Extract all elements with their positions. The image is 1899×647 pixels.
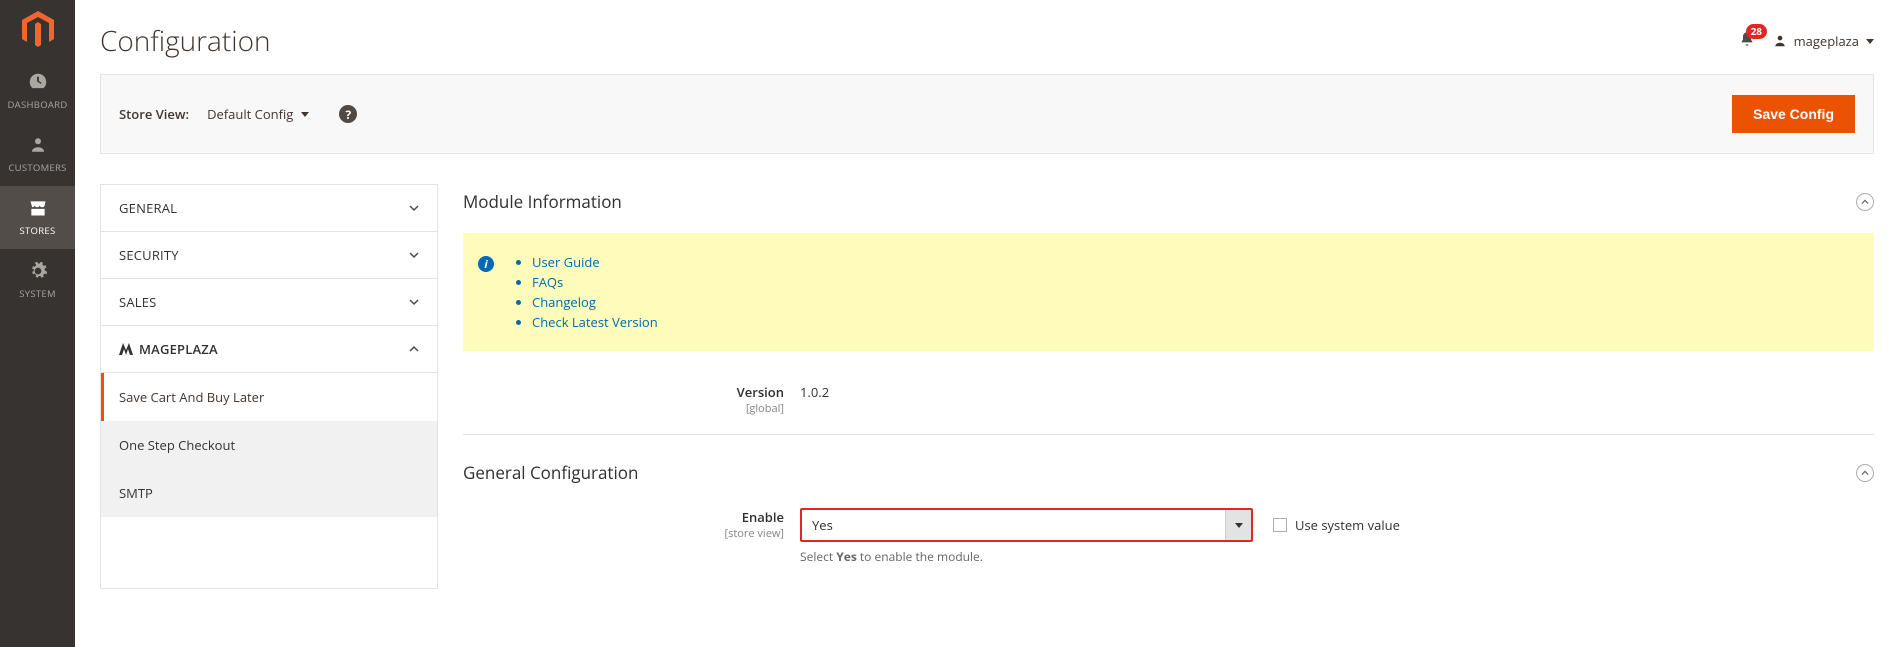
sidebar-label: Dashboard <box>7 98 67 111</box>
link-faqs[interactable]: FAQs <box>532 272 658 292</box>
notif-badge: 28 <box>1746 24 1767 39</box>
module-info-box: i User Guide FAQs Changelog Check Latest… <box>463 233 1874 351</box>
save-config-button[interactable]: Save Config <box>1732 95 1855 133</box>
field-version: Version [global] 1.0.2 <box>463 379 1874 435</box>
enable-select[interactable]: Yes <box>800 508 1253 542</box>
sidebar-item-customers[interactable]: Customers <box>0 123 75 186</box>
enable-scope: [store view] <box>463 526 784 541</box>
nav-section-mageplaza[interactable]: Mageplaza <box>101 326 437 373</box>
page-title: Configuration <box>100 22 1739 60</box>
nav-subitem-osc[interactable]: One Step Checkout <box>101 421 437 469</box>
caret-down-icon <box>301 112 309 117</box>
link-check-latest[interactable]: Check Latest Version <box>532 312 658 332</box>
nav-subitems: Save Cart And Buy Later One Step Checkou… <box>101 373 437 517</box>
section-module-information[interactable]: Module Information <box>463 184 1874 233</box>
mageplaza-icon <box>119 343 133 355</box>
sidebar-label: System <box>19 287 56 300</box>
section-general-configuration[interactable]: General Configuration <box>463 455 1874 504</box>
admin-sidebar: Dashboard Customers Stores System <box>0 0 75 647</box>
sidebar-label: Customers <box>8 161 66 174</box>
link-user-guide[interactable]: User Guide <box>532 252 658 272</box>
admin-user-menu[interactable]: mageplaza <box>1773 32 1874 50</box>
admin-user-name: mageplaza <box>1794 32 1859 50</box>
sidebar-label: Stores <box>20 224 56 237</box>
dashboard-icon <box>27 70 49 94</box>
select-arrow-icon <box>1225 510 1251 540</box>
nav-section-security[interactable]: Security <box>101 232 437 279</box>
config-panel: Module Information i User Guide FAQs Cha… <box>463 184 1874 589</box>
magento-logo[interactable] <box>0 0 75 60</box>
version-value: 1.0.2 <box>800 383 1874 401</box>
checkbox-icon <box>1273 518 1287 532</box>
notifications-button[interactable]: 28 <box>1739 30 1755 52</box>
customers-icon <box>29 133 47 157</box>
sidebar-item-system[interactable]: System <box>0 249 75 312</box>
enable-help-text: Select Yes to enable the module. <box>800 548 1874 565</box>
store-view-value: Default Config <box>207 105 293 123</box>
nav-subitem-save-cart[interactable]: Save Cart And Buy Later <box>101 373 437 421</box>
collapse-icon <box>1856 193 1874 211</box>
enable-label: Enable <box>463 508 784 526</box>
chevron-down-icon <box>409 203 419 213</box>
store-view-bar: Store View: Default Config ? Save Config <box>100 74 1874 154</box>
use-system-value-checkbox[interactable]: Use system value <box>1273 516 1400 534</box>
info-icon: i <box>478 256 494 272</box>
chevron-down-icon <box>409 250 419 260</box>
nav-section-sales[interactable]: Sales <box>101 279 437 326</box>
caret-down-icon <box>1866 39 1874 44</box>
nav-section-general[interactable]: General <box>101 185 437 232</box>
stores-icon <box>27 196 49 220</box>
enable-value: Yes <box>802 510 1225 540</box>
link-changelog[interactable]: Changelog <box>532 292 658 312</box>
gear-icon <box>28 259 48 283</box>
topbar: Configuration 28 mageplaza <box>100 0 1874 74</box>
version-scope: [global] <box>463 401 784 416</box>
version-label: Version <box>463 383 784 401</box>
help-icon[interactable]: ? <box>339 105 357 123</box>
chevron-up-icon <box>409 344 419 354</box>
sidebar-item-dashboard[interactable]: Dashboard <box>0 60 75 123</box>
main-content: Configuration 28 mageplaza Store View: D… <box>75 0 1899 647</box>
use-system-label: Use system value <box>1295 516 1400 534</box>
sidebar-item-stores[interactable]: Stores <box>0 186 75 249</box>
nav-subitem-smtp[interactable]: SMTP <box>101 469 437 517</box>
store-view-label: Store View: <box>119 105 189 123</box>
collapse-icon <box>1856 464 1874 482</box>
store-view-select[interactable]: Default Config <box>207 105 309 123</box>
user-icon <box>1773 33 1787 49</box>
field-enable: Enable [store view] Yes Use system value <box>463 504 1874 583</box>
config-nav: General Security Sales Mageplaza <box>100 184 438 589</box>
chevron-down-icon <box>409 297 419 307</box>
